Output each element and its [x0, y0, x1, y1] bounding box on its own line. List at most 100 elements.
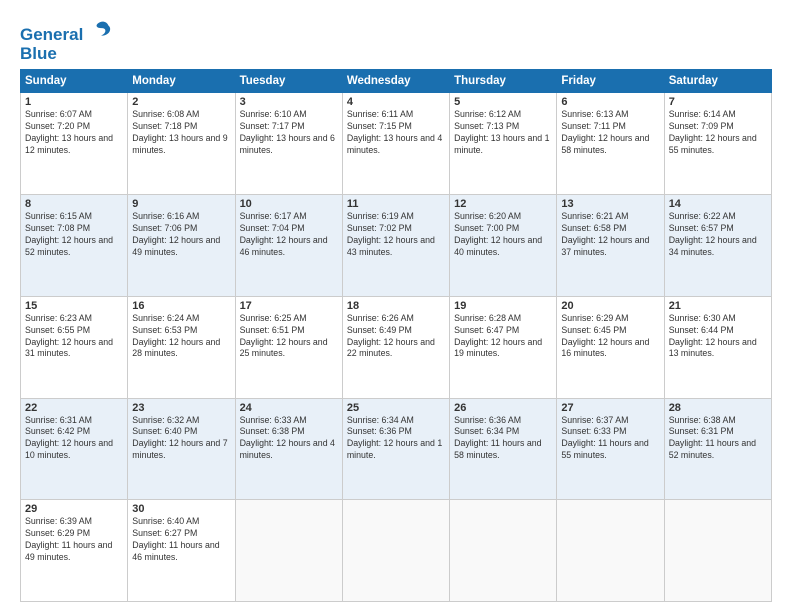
- calendar-table: SundayMondayTuesdayWednesdayThursdayFrid…: [20, 69, 772, 602]
- day-number: 19: [454, 300, 552, 312]
- day-number: 6: [561, 96, 659, 108]
- cell-info: Sunrise: 6:22 AM Sunset: 6:57 PM Dayligh…: [669, 211, 767, 259]
- week-row-4: 22Sunrise: 6:31 AM Sunset: 6:42 PM Dayli…: [21, 398, 772, 500]
- cell-info: Sunrise: 6:29 AM Sunset: 6:45 PM Dayligh…: [561, 313, 659, 361]
- calendar-cell: 21Sunrise: 6:30 AM Sunset: 6:44 PM Dayli…: [664, 296, 771, 398]
- day-number: 23: [132, 402, 230, 414]
- logo-blue: Blue: [20, 45, 112, 64]
- calendar-cell: 24Sunrise: 6:33 AM Sunset: 6:38 PM Dayli…: [235, 398, 342, 500]
- day-number: 17: [240, 300, 338, 312]
- calendar-cell: 30Sunrise: 6:40 AM Sunset: 6:27 PM Dayli…: [128, 500, 235, 602]
- calendar-cell: 26Sunrise: 6:36 AM Sunset: 6:34 PM Dayli…: [450, 398, 557, 500]
- weekday-header-thursday: Thursday: [450, 70, 557, 93]
- calendar-cell: 1Sunrise: 6:07 AM Sunset: 7:20 PM Daylig…: [21, 93, 128, 195]
- calendar-cell: [450, 500, 557, 602]
- cell-info: Sunrise: 6:33 AM Sunset: 6:38 PM Dayligh…: [240, 415, 338, 463]
- calendar-cell: 9Sunrise: 6:16 AM Sunset: 7:06 PM Daylig…: [128, 195, 235, 297]
- cell-info: Sunrise: 6:31 AM Sunset: 6:42 PM Dayligh…: [25, 415, 123, 463]
- header: General Blue: [20, 18, 772, 63]
- day-number: 13: [561, 198, 659, 210]
- header-right: [112, 18, 772, 20]
- cell-info: Sunrise: 6:24 AM Sunset: 6:53 PM Dayligh…: [132, 313, 230, 361]
- calendar-cell: 5Sunrise: 6:12 AM Sunset: 7:13 PM Daylig…: [450, 93, 557, 195]
- cell-info: Sunrise: 6:21 AM Sunset: 6:58 PM Dayligh…: [561, 211, 659, 259]
- calendar-cell: 29Sunrise: 6:39 AM Sunset: 6:29 PM Dayli…: [21, 500, 128, 602]
- calendar-cell: 2Sunrise: 6:08 AM Sunset: 7:18 PM Daylig…: [128, 93, 235, 195]
- calendar-cell: [557, 500, 664, 602]
- weekday-header-tuesday: Tuesday: [235, 70, 342, 93]
- calendar-cell: 19Sunrise: 6:28 AM Sunset: 6:47 PM Dayli…: [450, 296, 557, 398]
- day-number: 9: [132, 198, 230, 210]
- day-number: 28: [669, 402, 767, 414]
- day-number: 25: [347, 402, 445, 414]
- day-number: 26: [454, 402, 552, 414]
- calendar-cell: 7Sunrise: 6:14 AM Sunset: 7:09 PM Daylig…: [664, 93, 771, 195]
- day-number: 2: [132, 96, 230, 108]
- day-number: 21: [669, 300, 767, 312]
- cell-info: Sunrise: 6:25 AM Sunset: 6:51 PM Dayligh…: [240, 313, 338, 361]
- calendar-cell: [235, 500, 342, 602]
- calendar-cell: 12Sunrise: 6:20 AM Sunset: 7:00 PM Dayli…: [450, 195, 557, 297]
- weekday-header-sunday: Sunday: [21, 70, 128, 93]
- cell-info: Sunrise: 6:13 AM Sunset: 7:11 PM Dayligh…: [561, 109, 659, 157]
- day-number: 20: [561, 300, 659, 312]
- day-number: 15: [25, 300, 123, 312]
- week-row-1: 1Sunrise: 6:07 AM Sunset: 7:20 PM Daylig…: [21, 93, 772, 195]
- weekday-header-saturday: Saturday: [664, 70, 771, 93]
- weekday-header-row: SundayMondayTuesdayWednesdayThursdayFrid…: [21, 70, 772, 93]
- logo: General Blue: [20, 20, 112, 63]
- cell-info: Sunrise: 6:16 AM Sunset: 7:06 PM Dayligh…: [132, 211, 230, 259]
- calendar-page: General Blue SundayMondayTuesdayWednesda…: [0, 0, 792, 612]
- day-number: 14: [669, 198, 767, 210]
- cell-info: Sunrise: 6:07 AM Sunset: 7:20 PM Dayligh…: [25, 109, 123, 157]
- calendar-cell: 25Sunrise: 6:34 AM Sunset: 6:36 PM Dayli…: [342, 398, 449, 500]
- cell-info: Sunrise: 6:08 AM Sunset: 7:18 PM Dayligh…: [132, 109, 230, 157]
- weekday-header-monday: Monday: [128, 70, 235, 93]
- day-number: 4: [347, 96, 445, 108]
- calendar-cell: 22Sunrise: 6:31 AM Sunset: 6:42 PM Dayli…: [21, 398, 128, 500]
- calendar-cell: 10Sunrise: 6:17 AM Sunset: 7:04 PM Dayli…: [235, 195, 342, 297]
- day-number: 24: [240, 402, 338, 414]
- week-row-3: 15Sunrise: 6:23 AM Sunset: 6:55 PM Dayli…: [21, 296, 772, 398]
- calendar-cell: 28Sunrise: 6:38 AM Sunset: 6:31 PM Dayli…: [664, 398, 771, 500]
- calendar-cell: 8Sunrise: 6:15 AM Sunset: 7:08 PM Daylig…: [21, 195, 128, 297]
- calendar-cell: 27Sunrise: 6:37 AM Sunset: 6:33 PM Dayli…: [557, 398, 664, 500]
- cell-info: Sunrise: 6:19 AM Sunset: 7:02 PM Dayligh…: [347, 211, 445, 259]
- calendar-cell: 13Sunrise: 6:21 AM Sunset: 6:58 PM Dayli…: [557, 195, 664, 297]
- day-number: 16: [132, 300, 230, 312]
- day-number: 10: [240, 198, 338, 210]
- logo-text: General: [20, 20, 112, 45]
- cell-info: Sunrise: 6:34 AM Sunset: 6:36 PM Dayligh…: [347, 415, 445, 463]
- day-number: 27: [561, 402, 659, 414]
- day-number: 3: [240, 96, 338, 108]
- calendar-cell: 6Sunrise: 6:13 AM Sunset: 7:11 PM Daylig…: [557, 93, 664, 195]
- calendar-cell: 11Sunrise: 6:19 AM Sunset: 7:02 PM Dayli…: [342, 195, 449, 297]
- calendar-cell: 17Sunrise: 6:25 AM Sunset: 6:51 PM Dayli…: [235, 296, 342, 398]
- day-number: 12: [454, 198, 552, 210]
- cell-info: Sunrise: 6:26 AM Sunset: 6:49 PM Dayligh…: [347, 313, 445, 361]
- cell-info: Sunrise: 6:40 AM Sunset: 6:27 PM Dayligh…: [132, 516, 230, 564]
- day-number: 7: [669, 96, 767, 108]
- cell-info: Sunrise: 6:20 AM Sunset: 7:00 PM Dayligh…: [454, 211, 552, 259]
- calendar-cell: 4Sunrise: 6:11 AM Sunset: 7:15 PM Daylig…: [342, 93, 449, 195]
- cell-info: Sunrise: 6:28 AM Sunset: 6:47 PM Dayligh…: [454, 313, 552, 361]
- day-number: 29: [25, 503, 123, 515]
- cell-info: Sunrise: 6:10 AM Sunset: 7:17 PM Dayligh…: [240, 109, 338, 157]
- calendar-cell: [664, 500, 771, 602]
- day-number: 11: [347, 198, 445, 210]
- calendar-cell: 18Sunrise: 6:26 AM Sunset: 6:49 PM Dayli…: [342, 296, 449, 398]
- calendar-cell: 3Sunrise: 6:10 AM Sunset: 7:17 PM Daylig…: [235, 93, 342, 195]
- weekday-header-friday: Friday: [557, 70, 664, 93]
- day-number: 1: [25, 96, 123, 108]
- cell-info: Sunrise: 6:14 AM Sunset: 7:09 PM Dayligh…: [669, 109, 767, 157]
- cell-info: Sunrise: 6:38 AM Sunset: 6:31 PM Dayligh…: [669, 415, 767, 463]
- day-number: 18: [347, 300, 445, 312]
- week-row-2: 8Sunrise: 6:15 AM Sunset: 7:08 PM Daylig…: [21, 195, 772, 297]
- day-number: 30: [132, 503, 230, 515]
- calendar-cell: [342, 500, 449, 602]
- cell-info: Sunrise: 6:15 AM Sunset: 7:08 PM Dayligh…: [25, 211, 123, 259]
- calendar-cell: 16Sunrise: 6:24 AM Sunset: 6:53 PM Dayli…: [128, 296, 235, 398]
- cell-info: Sunrise: 6:37 AM Sunset: 6:33 PM Dayligh…: [561, 415, 659, 463]
- cell-info: Sunrise: 6:12 AM Sunset: 7:13 PM Dayligh…: [454, 109, 552, 157]
- day-number: 22: [25, 402, 123, 414]
